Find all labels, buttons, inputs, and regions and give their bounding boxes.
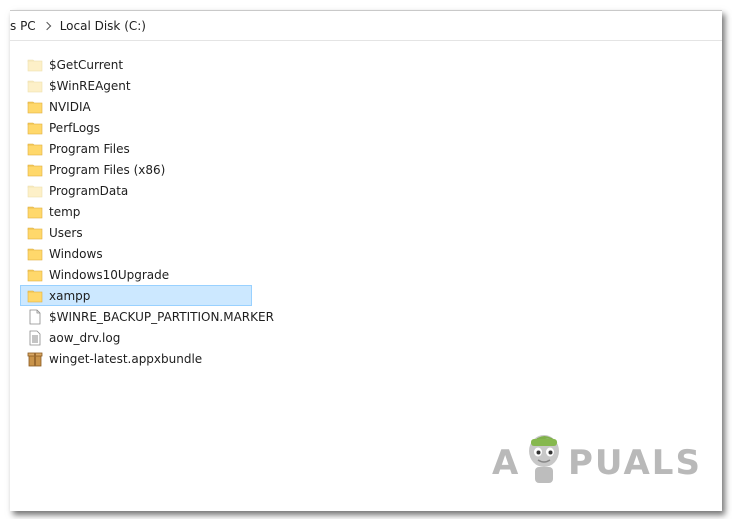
screenshot-canvas: s PC Local Disk (C:) $GetCurrent $WinREAg…	[0, 0, 732, 519]
folder-icon	[27, 120, 43, 136]
folder-icon	[27, 204, 43, 220]
file-row[interactable]: $WINRE_BACKUP_PARTITION.MARKER	[20, 306, 274, 327]
file-list: $GetCurrent $WinREAgent NVIDIA PerfLogs Prog…	[20, 54, 274, 369]
file-row[interactable]: temp	[20, 201, 252, 222]
file-name: Program Files	[49, 141, 130, 156]
file-name: winget-latest.appxbundle	[49, 351, 203, 366]
text-file-icon	[27, 330, 43, 346]
file-row[interactable]: Program Files (x86)	[20, 159, 252, 180]
file-row[interactable]: winget-latest.appxbundle	[20, 348, 252, 369]
watermark-logo: A PUALS	[492, 429, 712, 489]
hidden-folder-icon	[27, 78, 43, 94]
file-row[interactable]: $WinREAgent	[20, 75, 252, 96]
watermark-text-left: A	[492, 443, 521, 483]
hidden-folder-icon	[27, 57, 43, 73]
file-row[interactable]: Users	[20, 222, 252, 243]
folder-icon	[27, 99, 43, 115]
file-row[interactable]: ProgramData	[20, 180, 252, 201]
file-explorer-window: s PC Local Disk (C:) $GetCurrent $WinREAg…	[10, 10, 722, 511]
package-icon	[27, 351, 43, 367]
file-row[interactable]: Windows10Upgrade	[20, 264, 252, 285]
folder-icon	[27, 162, 43, 178]
watermark-text-right: PUALS	[568, 443, 702, 483]
folder-icon	[27, 141, 43, 157]
file-name: NVIDIA	[49, 99, 91, 114]
file-name: $WinREAgent	[49, 78, 131, 93]
file-row[interactable]: PerfLogs	[20, 117, 252, 138]
file-name: $WINRE_BACKUP_PARTITION.MARKER	[49, 309, 274, 324]
file-row[interactable]: $GetCurrent	[20, 54, 252, 75]
folder-icon	[27, 288, 43, 304]
file-name: temp	[49, 204, 81, 219]
file-name: Program Files (x86)	[49, 162, 166, 177]
file-row[interactable]: aow_drv.log	[20, 327, 252, 348]
folder-icon	[27, 267, 43, 283]
file-row[interactable]: NVIDIA	[20, 96, 252, 117]
chevron-right-icon[interactable]	[42, 21, 51, 30]
hidden-folder-icon	[27, 183, 43, 199]
file-name: PerfLogs	[49, 120, 101, 135]
folder-icon	[27, 246, 43, 262]
file-name: xampp	[49, 288, 91, 303]
address-bar[interactable]: s PC Local Disk (C:)	[10, 11, 722, 41]
mascot-icon	[529, 435, 559, 483]
file-icon	[27, 309, 43, 325]
file-name: ProgramData	[49, 183, 129, 198]
breadcrumb-local-disk[interactable]: Local Disk (C:)	[60, 19, 146, 33]
file-row[interactable]: Windows	[20, 243, 252, 264]
file-name: Users	[49, 225, 83, 240]
file-name: $GetCurrent	[49, 57, 124, 72]
folder-icon	[27, 225, 43, 241]
file-name: aow_drv.log	[49, 330, 121, 345]
file-row[interactable]: Program Files	[20, 138, 252, 159]
file-name: Windows	[49, 246, 103, 261]
file-name: Windows10Upgrade	[49, 267, 170, 282]
file-row[interactable]: xampp	[20, 285, 252, 306]
breadcrumb-this-pc[interactable]: s PC	[10, 19, 36, 33]
